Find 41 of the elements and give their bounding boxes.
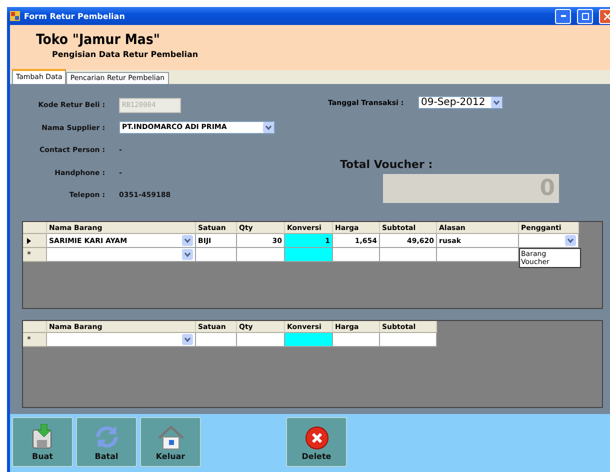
row-header[interactable]: * <box>23 333 47 347</box>
form-subtitle: Pengisian Data Retur Pembelian <box>52 50 200 59</box>
new-row-marker: * <box>27 335 31 344</box>
table-cell[interactable] <box>333 333 380 347</box>
action-button[interactable]: Keluar <box>140 417 201 467</box>
table-cell[interactable] <box>437 248 519 262</box>
table-cell[interactable] <box>285 248 333 262</box>
table-cell[interactable] <box>237 248 285 262</box>
table-cell[interactable] <box>285 333 333 347</box>
house-icon <box>158 426 184 450</box>
minimize-icon <box>560 15 566 17</box>
close-icon <box>604 12 610 20</box>
maximize-icon <box>582 12 588 20</box>
action-button[interactable]: Buat <box>12 417 73 467</box>
table-cell[interactable] <box>380 248 437 262</box>
app-icon <box>10 11 20 21</box>
table-cell[interactable] <box>333 248 380 262</box>
grid-corner <box>23 222 47 234</box>
table-cell[interactable] <box>519 234 579 248</box>
table-cell[interactable] <box>47 248 196 262</box>
grid-corner <box>23 321 47 333</box>
minimize-button[interactable] <box>555 8 571 24</box>
floppy-disk-icon <box>30 424 54 450</box>
delete-icon <box>304 426 328 450</box>
total-label: Total Voucher : <box>340 158 434 171</box>
row-header[interactable]: * <box>23 248 47 262</box>
row-header[interactable] <box>23 234 47 248</box>
current-row-icon <box>27 238 31 244</box>
table-cell[interactable] <box>196 248 237 262</box>
refresh-icon <box>94 424 120 450</box>
maximize-button[interactable] <box>577 8 593 24</box>
table-cell[interactable] <box>47 333 196 347</box>
table-cell[interactable] <box>196 333 237 347</box>
table-cell[interactable] <box>237 333 285 347</box>
window-title: Form Retur Pembelian <box>24 12 126 20</box>
date-picker[interactable]: 09-Sep-2012 <box>418 96 503 109</box>
action-button[interactable]: Batal <box>76 417 137 467</box>
table-cell[interactable] <box>380 333 437 347</box>
action-button[interactable]: Delete <box>286 417 347 467</box>
store-title: Toko "Jamur Mas" <box>36 32 161 48</box>
new-row-marker: * <box>27 250 31 259</box>
